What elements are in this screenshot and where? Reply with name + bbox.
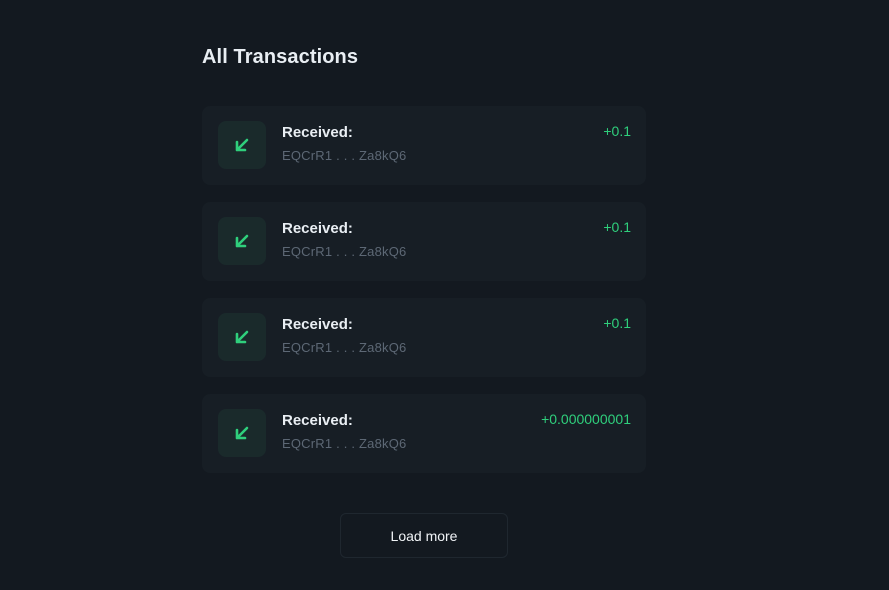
transaction-amount: +0.1 [603,315,631,331]
transaction-address: EQCrR1 . . . Za8kQ6 [282,436,407,451]
transaction-amount: +0.1 [603,219,631,235]
transaction-amount: +0.000000001 [541,411,631,427]
arrow-down-left-icon [218,121,266,169]
page-title: All Transactions [202,46,359,68]
arrow-down-left-icon [218,313,266,361]
arrow-down-left-icon [218,217,266,265]
arrow-down-left-icon [218,409,266,457]
transaction-type-label: Received: [282,316,353,333]
transaction-type-label: Received: [282,412,353,429]
transaction-list: Received: EQCrR1 . . . Za8kQ6 +0.1 Recei… [202,106,646,490]
transaction-type-label: Received: [282,220,353,237]
transaction-type-label: Received: [282,124,353,141]
transaction-item[interactable]: Received: EQCrR1 . . . Za8kQ6 +0.1 [202,298,646,377]
transaction-item[interactable]: Received: EQCrR1 . . . Za8kQ6 +0.1 [202,106,646,185]
transaction-address: EQCrR1 . . . Za8kQ6 [282,340,407,355]
load-more-button[interactable]: Load more [340,513,508,558]
transaction-item[interactable]: Received: EQCrR1 . . . Za8kQ6 +0.0000000… [202,394,646,473]
transactions-page: All Transactions Received: EQCrR1 . . . … [0,0,889,590]
transaction-address: EQCrR1 . . . Za8kQ6 [282,244,407,259]
transaction-amount: +0.1 [603,123,631,139]
transaction-item[interactable]: Received: EQCrR1 . . . Za8kQ6 +0.1 [202,202,646,281]
transaction-address: EQCrR1 . . . Za8kQ6 [282,148,407,163]
